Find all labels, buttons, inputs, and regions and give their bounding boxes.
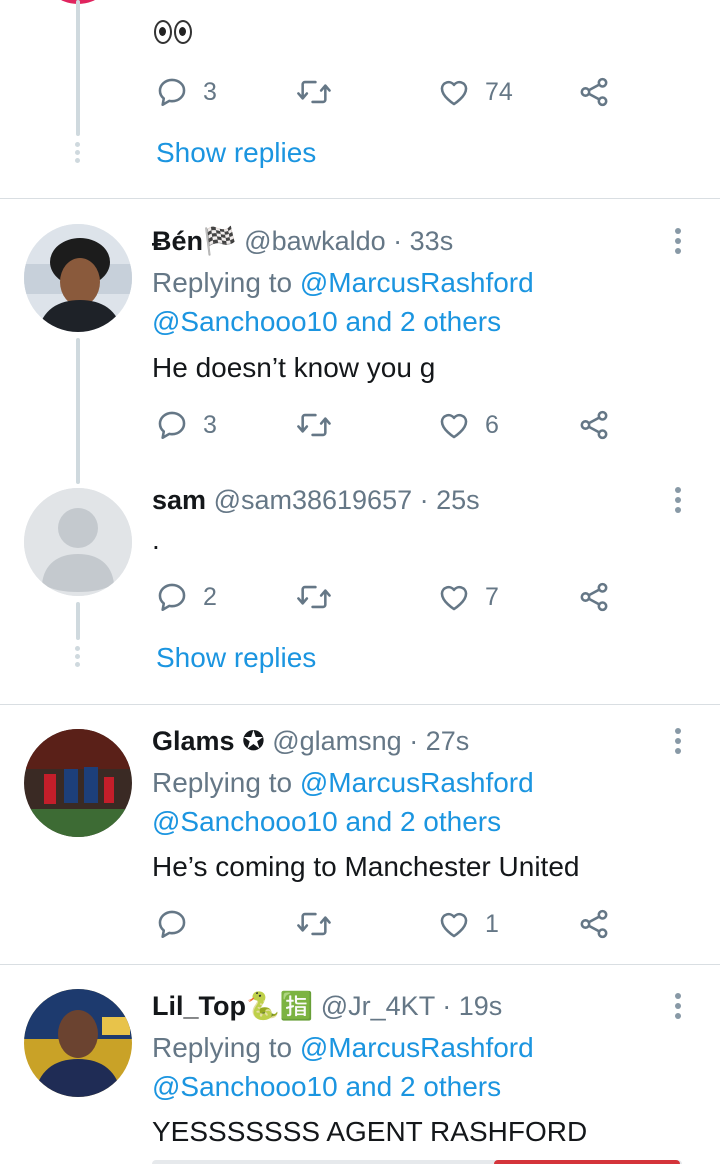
reply-count: 2: [203, 582, 217, 611]
display-name[interactable]: Ƀén🏁: [152, 226, 237, 256]
reply-count: 3: [203, 410, 217, 439]
replying-to: Replying to @MarcusRashford: [152, 1029, 534, 1067]
share-button[interactable]: [577, 904, 611, 944]
verified-star-icon: ✪: [242, 726, 265, 756]
share-button[interactable]: [577, 72, 611, 112]
more-options-button[interactable]: [675, 228, 683, 258]
more-options-button[interactable]: [675, 728, 683, 758]
tweet-actions: 3 74: [155, 72, 625, 112]
retweet-button[interactable]: [295, 577, 333, 617]
share-button[interactable]: [577, 577, 611, 617]
retweet-icon: [297, 413, 331, 437]
more-options-button[interactable]: [675, 993, 683, 1023]
avatar[interactable]: [24, 224, 132, 332]
retweet-icon: [297, 585, 331, 609]
reply-icon: [158, 583, 186, 612]
replying-to-others: @Sanchooo10 and 2 others: [152, 303, 501, 341]
mention-others-link[interactable]: @Sanchooo10 and 2 others: [152, 1071, 501, 1102]
reply-button[interactable]: 3: [155, 72, 217, 112]
separator: [0, 964, 720, 965]
timestamp[interactable]: · 25s: [420, 485, 480, 515]
tweet-actions: 1: [155, 904, 625, 944]
replying-to-others: @Sanchooo10 and 2 others: [152, 803, 501, 841]
user-handle[interactable]: @sam38619657: [214, 485, 413, 515]
mention-others-link[interactable]: @Sanchooo10 and 2 others: [152, 806, 501, 837]
retweet-button[interactable]: [295, 904, 333, 944]
like-count: 7: [485, 582, 499, 611]
reply-button[interactable]: 2: [155, 577, 217, 617]
mention-others-link[interactable]: @Sanchooo10 and 2 others: [152, 306, 501, 337]
reply-count: 3: [203, 77, 217, 106]
separator: [0, 704, 720, 705]
media-preview-accent: [494, 1160, 680, 1164]
reply-button[interactable]: 3: [155, 405, 217, 445]
thread-line: [76, 338, 80, 484]
user-handle[interactable]: @Jr_4KT: [321, 991, 435, 1021]
more-options-button[interactable]: [675, 487, 683, 517]
tweet-actions: 2 7: [155, 577, 625, 617]
tweet-text: .: [152, 524, 160, 555]
tweet-text: YESSSSSSS AGENT RASHFORD: [152, 1116, 588, 1147]
thread-line: [76, 0, 80, 136]
mention-link[interactable]: @MarcusRashford: [300, 767, 534, 798]
default-avatar[interactable]: [24, 488, 132, 596]
timestamp[interactable]: · 19s: [442, 991, 502, 1021]
thread-dots: [75, 142, 81, 166]
like-count: 6: [485, 410, 499, 439]
avatar[interactable]: [24, 729, 132, 837]
reply-icon: [158, 411, 186, 440]
like-button[interactable]: 7: [437, 577, 499, 617]
thread-dots: [75, 646, 81, 670]
share-icon: [580, 582, 608, 612]
display-name[interactable]: Glams: [152, 726, 235, 756]
tweet-header: Ƀén🏁 @bawkaldo · 33s: [152, 224, 453, 258]
heart-icon: [440, 80, 468, 106]
tweet-actions: 3 6: [155, 405, 625, 445]
tweet-text: He doesn’t know you g: [152, 352, 436, 383]
share-icon: [580, 410, 608, 440]
share-icon: [580, 77, 608, 107]
show-replies-link[interactable]: Show replies: [156, 642, 316, 674]
retweet-button[interactable]: [295, 405, 333, 445]
replying-to-others: @Sanchooo10 and 2 others: [152, 1068, 501, 1106]
like-button[interactable]: 74: [437, 72, 513, 112]
replying-to: Replying to @MarcusRashford: [152, 264, 534, 302]
mention-link[interactable]: @MarcusRashford: [300, 1032, 534, 1063]
separator: [0, 198, 720, 199]
heart-icon: [440, 585, 468, 611]
display-name[interactable]: sam: [152, 485, 206, 515]
tweet-header: Glams ✪ @glamsng · 27s: [152, 724, 469, 758]
user-handle[interactable]: @bawkaldo: [244, 226, 386, 256]
tweet-header: Lil_Top🐍🈯 @Jr_4KT · 19s: [152, 989, 502, 1023]
like-count: 1: [485, 909, 499, 938]
tweet-header: sam @sam38619657 · 25s: [152, 483, 480, 517]
retweet-icon: [297, 912, 331, 936]
replying-to-prefix: Replying to: [152, 767, 293, 798]
replying-to-prefix: Replying to: [152, 1032, 293, 1063]
reply-icon: [158, 910, 186, 939]
retweet-icon: [297, 80, 331, 104]
heart-icon: [440, 413, 468, 439]
user-handle[interactable]: @glamsng: [272, 726, 401, 756]
like-button[interactable]: 1: [437, 904, 499, 944]
retweet-button[interactable]: [295, 72, 333, 112]
thread-line: [76, 602, 80, 640]
heart-icon: [440, 912, 468, 938]
like-button[interactable]: 6: [437, 405, 499, 445]
avatar[interactable]: [24, 989, 132, 1097]
tweet-text: He’s coming to Manchester United: [152, 851, 580, 882]
timestamp[interactable]: · 33s: [393, 226, 453, 256]
mention-link[interactable]: @MarcusRashford: [300, 267, 534, 298]
reply-button[interactable]: [155, 904, 203, 944]
like-count: 74: [485, 77, 513, 106]
display-name[interactable]: Lil_Top🐍🈯: [152, 991, 313, 1021]
replying-to: Replying to @MarcusRashford: [152, 764, 534, 802]
timestamp[interactable]: · 27s: [409, 726, 469, 756]
reply-icon: [158, 78, 186, 107]
show-replies-link[interactable]: Show replies: [156, 137, 316, 169]
share-icon: [580, 909, 608, 939]
eyes-emoji: [154, 20, 192, 44]
share-button[interactable]: [577, 405, 611, 445]
replying-to-prefix: Replying to: [152, 267, 293, 298]
